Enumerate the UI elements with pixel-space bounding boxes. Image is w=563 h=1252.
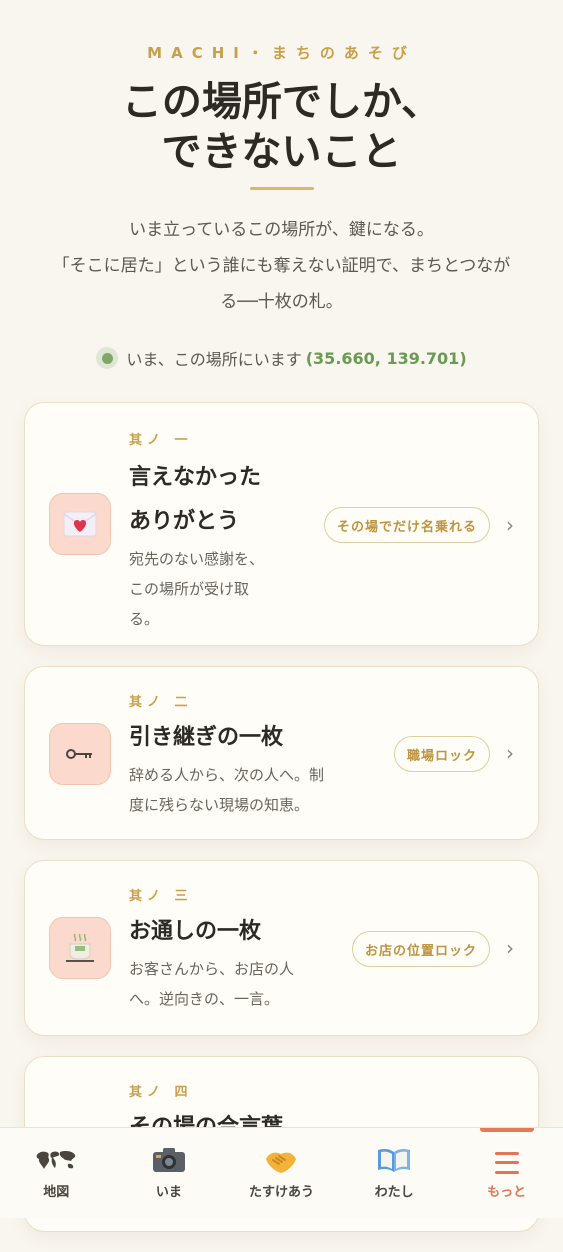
card-body: 其ノ 二 引き継ぎの一枚 辞める人から、次の人へ。制 度に残らない現場の知恵。 [129, 691, 324, 820]
book-icon [376, 1147, 412, 1179]
card-number: 其ノ 四 [129, 1085, 193, 1100]
menu-icon [494, 1151, 519, 1174]
lead-line-3: る──十枚の札。 [220, 292, 343, 312]
card-number: 其ノ 三 [129, 889, 193, 904]
card-desc-line-2: へ。逆向きの、一言。 [129, 990, 280, 1008]
lead-line-1: いま立っているこの場所が、鍵になる。 [129, 220, 434, 240]
hot-tea-icon [49, 917, 111, 979]
card-item-2[interactable]: 其ノ 二 引き継ぎの一枚 辞める人から、次の人へ。制 度に残らない現場の知恵。 … [24, 666, 539, 840]
lead-line-2: 「そこに居た」という誰にも奪えない証明で、まちとつなが [52, 256, 511, 276]
camera-icon [152, 1147, 186, 1179]
eyebrow: MACHI・まちのあそび [147, 44, 416, 62]
card-number: 其ノ 二 [129, 695, 193, 710]
card-title: 言えなかった ありがとう [129, 456, 264, 544]
page-header: MACHI・まちのあそび この場所でしか、 できないこと いま立っているこの場所… [0, 0, 563, 370]
location-dot-icon [96, 347, 119, 369]
card-title-line-2: ありがとう [129, 509, 240, 534]
tab-label: いま [155, 1184, 182, 1200]
card-title: お通しの一枚 [129, 919, 262, 944]
tab-label: わたし [374, 1184, 414, 1200]
card-title: 引き継ぎの一枚 [129, 725, 284, 750]
card-desc-line-1: お客さんから、お店の人 [129, 960, 295, 978]
tab-label: 地図 [43, 1184, 70, 1200]
page-title: この場所でしか、 できないこと [0, 77, 563, 177]
lead-text: いま立っているこの場所が、鍵になる。 「そこに居た」という誰にも奪えない証明で、… [28, 212, 535, 320]
chevron-right-icon: › [506, 936, 514, 960]
card-description: お客さんから、お店の人 へ。逆向きの、一言。 [129, 954, 294, 1014]
card-description: 宛先のない感謝を、 この場所が受け取 る。 [129, 544, 264, 634]
card-desc-line-1: 辞める人から、次の人へ。制 [129, 766, 325, 784]
card-description: 辞める人から、次の人へ。制 度に残らない現場の知恵。 [129, 760, 324, 820]
world-map-icon [35, 1147, 77, 1179]
chevron-right-icon: › [506, 513, 514, 537]
card-item-3[interactable]: 其ノ 三 お通しの一枚 お客さんから、お店の人 へ。逆向きの、一言。 お店の位置… [24, 860, 539, 1036]
title-line-2: できないこと [161, 129, 402, 175]
card-desc-line-2: 度に残らない現場の知恵。 [129, 796, 310, 814]
location-coords: (35.660, 139.701) [305, 348, 467, 368]
tab-label: たすけあう [248, 1184, 314, 1200]
tab-map[interactable]: 地図 [0, 1128, 113, 1218]
location-text: いま、この場所にいます [126, 350, 302, 369]
card-badge: その場でだけ名乗れる [323, 507, 490, 543]
card-body: 其ノ 一 言えなかった ありがとう 宛先のない感謝を、 この場所が受け取 る。 [129, 429, 264, 634]
location-status: いま、この場所にいます (35.660, 139.701) [0, 346, 563, 370]
card-number: 其ノ 一 [129, 433, 193, 448]
card-item-1[interactable]: 其ノ 一 言えなかった ありがとう 宛先のない感謝を、 この場所が受け取 る。 … [24, 402, 539, 646]
card-badge: 職場ロック [393, 736, 490, 772]
tab-label: もっと [487, 1184, 527, 1200]
card-desc-line-1: 宛先のない感謝を、 [129, 550, 265, 568]
chevron-right-icon: › [506, 741, 514, 765]
card-body: 其ノ 三 お通しの一枚 お客さんから、お店の人 へ。逆向きの、一言。 [129, 885, 294, 1014]
title-underline [249, 187, 314, 190]
tab-now[interactable]: いま [113, 1128, 226, 1218]
card-desc-line-2: この場所が受け取 [129, 580, 250, 598]
card-title-line-1: 言えなかった [129, 465, 262, 490]
bottom-tab-bar: 地図 いま たすけあう わたし もっと [0, 1127, 563, 1218]
key-icon [49, 723, 111, 785]
handshake-icon [264, 1147, 298, 1179]
card-list: 其ノ 一 言えなかった ありがとう 宛先のない感謝を、 この場所が受け取 る。 … [24, 402, 539, 1252]
title-line-1: この場所でしか、 [121, 79, 442, 125]
card-desc-line-3: る。 [129, 610, 160, 628]
love-letter-icon [49, 493, 111, 555]
tab-more[interactable]: もっと [450, 1128, 563, 1218]
card-badge: お店の位置ロック [351, 931, 490, 967]
tab-help[interactable]: たすけあう [225, 1128, 338, 1218]
tab-me[interactable]: わたし [338, 1128, 451, 1218]
